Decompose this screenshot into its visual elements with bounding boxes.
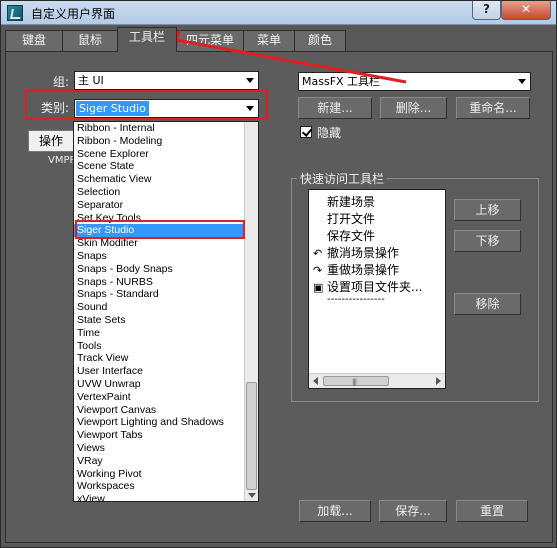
delete-toolbar-button[interactable]: 删除... <box>380 97 447 119</box>
list-item[interactable]: Scene Explorer <box>74 148 244 161</box>
load-button[interactable]: 加载... <box>299 500 371 522</box>
title-bar: 自定义用户界面 ? ✕ <box>1 1 556 25</box>
move-down-button[interactable]: 下移 <box>454 230 521 252</box>
vmpp-text: VMPP <box>48 155 76 166</box>
rename-toolbar-button[interactable]: 重命名... <box>456 97 530 119</box>
project-folder-icon: ▣ <box>313 281 324 294</box>
quick-access-list[interactable]: 新建场景 打开文件 保存文件 ↶ 撤消场景操作 ↷ 重做场景操作 ▣ 设置项目文件夹.… <box>308 189 446 389</box>
list-item[interactable]: 新建场景 <box>313 193 375 210</box>
list-item[interactable]: Views <box>74 442 244 455</box>
list-item[interactable]: Viewport Lighting and Shadows <box>74 416 244 429</box>
chevron-down-icon <box>518 79 526 84</box>
list-item[interactable]: ↷ 重做场景操作 <box>313 261 399 278</box>
list-item[interactable]: ▣ 设置项目文件夹... <box>313 278 422 295</box>
list-item[interactable]: Working Pivot <box>74 468 244 481</box>
horizontal-scrollbar[interactable]: ||| <box>309 373 445 388</box>
list-item[interactable]: Skin Modifier <box>74 237 244 250</box>
list-item[interactable]: User Interface <box>74 365 244 378</box>
scrollbar-thumb[interactable] <box>246 382 257 490</box>
tab-toolbars[interactable]: 工具栏 <box>117 27 177 52</box>
tab-mouse[interactable]: 鼠标 <box>62 30 118 51</box>
list-item[interactable]: Snaps - Body Snaps <box>74 263 244 276</box>
list-item[interactable]: State Sets <box>74 314 244 327</box>
list-item[interactable]: Snaps - NURBS <box>74 276 244 289</box>
list-item[interactable]: 保存文件 <box>313 227 375 244</box>
list-item[interactable]: Time <box>74 327 244 340</box>
list-item[interactable]: xView <box>74 493 244 501</box>
scroll-down-arrow-icon[interactable] <box>248 493 256 498</box>
list-item[interactable]: 打开文件 <box>313 210 375 227</box>
list-item[interactable]: VertexPaint <box>74 391 244 404</box>
list-item[interactable]: Selection <box>74 186 244 199</box>
3dsmax-app-icon <box>7 5 23 21</box>
scrollbar-thumb[interactable]: ||| <box>323 376 389 386</box>
annotation-box-category <box>25 90 268 120</box>
list-item[interactable]: Ribbon - Internal <box>74 122 244 135</box>
list-item[interactable]: Separator <box>74 199 244 212</box>
list-item[interactable]: Snaps <box>74 250 244 263</box>
list-item[interactable]: Ribbon - Modeling <box>74 135 244 148</box>
list-item[interactable]: Schematic View <box>74 173 244 186</box>
list-item[interactable]: Sound <box>74 301 244 314</box>
group-label: 组: <box>53 75 70 89</box>
list-item[interactable]: UVW Unwrap <box>74 378 244 391</box>
reset-button[interactable]: 重置 <box>456 500 528 522</box>
new-toolbar-button[interactable]: 新建... <box>298 97 372 119</box>
list-item[interactable]: VRay <box>74 455 244 468</box>
scroll-left-arrow-icon[interactable] <box>313 377 318 385</box>
tab-keyboard[interactable]: 键盘 <box>5 30 63 51</box>
remove-button[interactable]: 移除 <box>454 293 521 315</box>
save-button[interactable]: 保存... <box>379 500 447 522</box>
list-item[interactable]: ↶ 撤消场景操作 <box>313 244 399 261</box>
close-button[interactable]: ✕ <box>501 1 551 20</box>
separator-item[interactable]: ---------------- <box>313 294 385 305</box>
move-up-button[interactable]: 上移 <box>454 199 521 221</box>
hide-label: 隐藏 <box>317 126 342 140</box>
list-item[interactable]: Tools <box>74 340 244 353</box>
category-listbox[interactable]: Ribbon - Internal Ribbon - Modeling Scene … <box>73 121 259 502</box>
category-list: Ribbon - Internal Ribbon - Modeling Scene … <box>74 122 244 501</box>
list-item[interactable]: Snaps - Standard <box>74 288 244 301</box>
annotation-arrow-icon <box>161 30 407 84</box>
actions-button[interactable]: 操作 <box>28 130 74 152</box>
scroll-right-arrow-icon[interactable] <box>436 377 441 385</box>
redo-icon: ↷ <box>313 264 323 277</box>
grip-icon: ||| <box>352 378 357 386</box>
list-item[interactable]: Workspaces <box>74 480 244 493</box>
list-item[interactable]: Scene State <box>74 160 244 173</box>
hide-checkbox[interactable] <box>300 126 312 138</box>
list-item[interactable]: Viewport Tabs <box>74 429 244 442</box>
undo-icon: ↶ <box>313 247 323 260</box>
group-value: 主 UI <box>78 74 104 87</box>
list-item[interactable]: Track View <box>74 352 244 365</box>
help-button[interactable]: ? <box>472 1 501 20</box>
customize-ui-dialog: 自定义用户界面 ? ✕ 键盘 鼠标 工具栏 四元菜单 菜单 颜色 组: 主 UI… <box>0 0 557 548</box>
window-title: 自定义用户界面 <box>31 7 116 21</box>
vertical-scrollbar[interactable] <box>244 122 258 501</box>
annotation-box-selected-item <box>75 220 245 239</box>
list-item[interactable]: Viewport Canvas <box>74 404 244 417</box>
quick-access-title: 快速访问工具栏 <box>297 170 388 187</box>
